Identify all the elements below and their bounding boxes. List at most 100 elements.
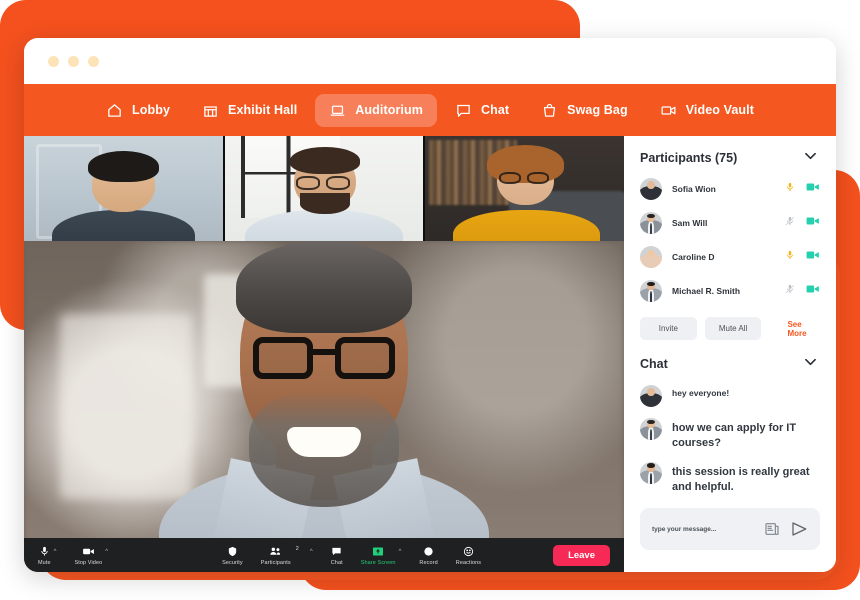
chevron-down-icon[interactable] xyxy=(801,356,820,371)
participant-status-icons xyxy=(785,180,820,198)
participants-panel-header: Participants (75) xyxy=(640,150,820,165)
app-window: Lobby Exhibit Hall Auditorium Chat Swag … xyxy=(24,38,836,572)
nav-item-chat[interactable]: Chat xyxy=(441,94,523,127)
record-icon xyxy=(423,545,434,559)
nav-item-auditorium[interactable]: Auditorium xyxy=(315,93,437,127)
participants-count-badge: 2 xyxy=(295,545,299,552)
participant-row[interactable]: Caroline D xyxy=(640,243,820,271)
meeting-control-bar: Mute ^ Stop Video ^ Security Participant… xyxy=(24,538,624,572)
microphone-icon xyxy=(39,545,50,559)
control-reactions[interactable]: Reactions xyxy=(456,545,481,566)
traffic-light-dot-maximize[interactable] xyxy=(88,55,99,67)
people-icon xyxy=(269,545,282,559)
avatar xyxy=(640,178,662,200)
chat-input[interactable] xyxy=(652,525,754,533)
video-camera-icon[interactable] xyxy=(806,180,820,198)
chevron-down-icon[interactable] xyxy=(801,150,820,165)
invite-button[interactable]: Invite xyxy=(640,317,697,340)
control-mute[interactable]: Mute ^ xyxy=(38,545,56,566)
main-navigation: Lobby Exhibit Hall Auditorium Chat Swag … xyxy=(24,84,836,136)
chevron-up-icon[interactable]: ^ xyxy=(310,549,313,555)
control-label-chat: Chat xyxy=(330,559,343,566)
nav-item-swag-bag[interactable]: Swag Bag xyxy=(527,94,642,127)
window-body: Mute ^ Stop Video ^ Security Participant… xyxy=(24,136,836,572)
control-security[interactable]: Security xyxy=(222,545,243,566)
control-label-security: Security xyxy=(222,559,243,566)
chat-message: how we can apply for IT courses? xyxy=(640,418,820,451)
participant-row[interactable]: Michael R. Smith xyxy=(640,277,820,305)
traffic-light-dot-minimize[interactable] xyxy=(68,55,79,67)
video-camera-icon[interactable] xyxy=(806,248,820,266)
microphone-icon[interactable] xyxy=(785,248,795,266)
participant-status-icons xyxy=(785,214,820,232)
video-thumbnail-2[interactable] xyxy=(224,136,424,241)
chevron-up-icon[interactable]: ^ xyxy=(399,549,402,555)
participants-actions: Invite Mute All See More xyxy=(640,317,820,340)
participant-row[interactable]: Sofia Wion xyxy=(640,175,820,203)
microphone-muted-icon[interactable] xyxy=(785,282,795,300)
nav-item-video-vault[interactable]: Video Vault xyxy=(646,94,768,127)
shield-icon xyxy=(227,545,238,559)
chevron-up-icon[interactable]: ^ xyxy=(105,549,108,555)
chat-title: Chat xyxy=(640,356,668,371)
video-thumbnail-1[interactable] xyxy=(24,136,223,241)
active-speaker-video[interactable]: Mute ^ Stop Video ^ Security Participant… xyxy=(24,241,624,572)
nav-label-lobby: Lobby xyxy=(132,103,171,117)
chat-message-text: this session is really great and helpful… xyxy=(672,465,810,493)
control-record[interactable]: Record xyxy=(419,545,438,566)
nav-label-exhibit-hall: Exhibit Hall xyxy=(228,103,298,117)
nav-item-exhibit-hall[interactable]: Exhibit Hall xyxy=(188,94,311,127)
home-icon xyxy=(106,102,123,119)
chat-bubble-icon xyxy=(455,102,472,119)
chat-message-text: hey everyone! xyxy=(672,388,730,398)
video-camera-icon xyxy=(82,545,95,559)
nav-label-video-vault: Video Vault xyxy=(685,103,754,117)
avatar xyxy=(640,385,662,407)
participants-list: Sofia Wion Sam Will Caroline D Michael R… xyxy=(640,175,820,305)
traffic-light-dot-close[interactable] xyxy=(48,55,59,67)
chat-message: this session is really great and helpful… xyxy=(640,461,820,495)
video-thumbnail-3[interactable] xyxy=(425,136,625,241)
control-label-share-screen: Share Screen xyxy=(360,559,396,566)
participant-row[interactable]: Sam Will xyxy=(640,209,820,237)
control-share-screen[interactable]: Share Screen ^ xyxy=(360,545,402,566)
chat-bubble-icon xyxy=(331,545,342,559)
send-icon[interactable] xyxy=(790,520,808,538)
chat-message: hey everyone! xyxy=(640,385,820,407)
participant-status-icons xyxy=(785,282,820,300)
video-camera-icon[interactable] xyxy=(806,214,820,232)
nav-label-auditorium: Auditorium xyxy=(355,103,423,117)
meeting-stage: Mute ^ Stop Video ^ Security Participant… xyxy=(24,136,625,572)
control-participants[interactable]: Participants 2 ^ xyxy=(261,545,313,566)
chevron-up-icon[interactable]: ^ xyxy=(54,549,57,555)
participant-thumbnail-strip xyxy=(24,136,625,241)
control-label-mute: Mute xyxy=(38,559,51,566)
side-panel: Participants (75) Sofia Wion Sam Will Ca… xyxy=(624,136,836,572)
video-camera-icon xyxy=(660,102,677,119)
mute-all-button[interactable]: Mute All xyxy=(704,317,762,340)
nav-label-swag-bag: Swag Bag xyxy=(567,103,628,117)
nav-label-chat: Chat xyxy=(480,103,510,117)
leave-meeting-button[interactable]: Leave xyxy=(553,544,610,566)
chat-message-list: hey everyone! how we can apply for IT co… xyxy=(640,385,820,494)
chat-composer xyxy=(640,508,820,551)
document-icon[interactable] xyxy=(764,521,780,537)
window-titlebar xyxy=(24,38,836,84)
nav-item-lobby[interactable]: Lobby xyxy=(92,94,184,127)
participant-name: Sam Will xyxy=(672,218,708,228)
control-chat[interactable]: Chat xyxy=(331,545,343,566)
avatar xyxy=(640,461,662,484)
participant-name: Michael R. Smith xyxy=(672,286,741,296)
laptop-icon xyxy=(329,102,346,119)
see-more-link[interactable]: See More xyxy=(787,320,820,338)
participant-status-icons xyxy=(785,248,820,266)
control-label-record: Record xyxy=(419,559,438,566)
control-stop-video[interactable]: Stop Video ^ xyxy=(74,545,108,566)
chat-message-text: how we can apply for IT courses? xyxy=(672,422,797,449)
participant-name: Sofia Wion xyxy=(672,184,716,194)
avatar xyxy=(640,418,662,440)
microphone-muted-icon[interactable] xyxy=(785,214,795,232)
video-camera-icon[interactable] xyxy=(806,282,820,300)
microphone-icon[interactable] xyxy=(785,180,795,198)
reactions-icon xyxy=(463,545,474,559)
